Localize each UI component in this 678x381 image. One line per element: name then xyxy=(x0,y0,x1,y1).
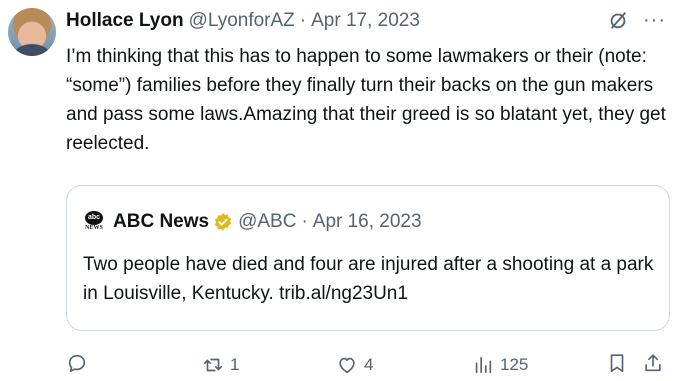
verified-badge-icon xyxy=(214,213,232,231)
quoted-tweet[interactable]: abc NEWS ABC News @ABC · Apr 16, 2023 Tw… xyxy=(66,185,670,331)
header-actions: ··· xyxy=(607,9,666,31)
author-handle[interactable]: @LyonforAZ xyxy=(189,9,295,33)
tweet-header: Hollace Lyon @LyonforAZ · Apr 17, 2023 ·… xyxy=(66,9,666,33)
heart-icon xyxy=(339,357,355,374)
bookmark-icon xyxy=(610,354,624,373)
views-count: 125 xyxy=(500,355,529,374)
abc-news-logo[interactable]: abc NEWS xyxy=(83,211,105,233)
quoted-separator: · xyxy=(301,211,308,232)
views-button[interactable]: 125 xyxy=(472,352,528,378)
quoted-tweet-header: abc NEWS ABC News @ABC · Apr 16, 2023 xyxy=(83,210,422,234)
abc-logo-news: NEWS xyxy=(85,225,103,231)
reply-button[interactable] xyxy=(66,352,94,374)
views-icon xyxy=(475,356,492,374)
share-icon xyxy=(645,354,661,372)
retweet-button[interactable]: 1 xyxy=(202,352,239,378)
share-button[interactable] xyxy=(642,352,664,374)
quoted-author-name[interactable]: ABC News xyxy=(113,210,209,234)
quoted-author-handle[interactable]: @ABC xyxy=(238,210,296,234)
quoted-tweet-text: Two people have died and four are injure… xyxy=(83,254,654,304)
abc-logo-disc: abc xyxy=(85,211,103,225)
like-count: 4 xyxy=(364,355,374,374)
retweet-icon xyxy=(203,358,223,372)
avatar[interactable] xyxy=(8,8,56,56)
separator: · xyxy=(299,10,307,31)
tweet-date[interactable]: Apr 17, 2023 xyxy=(311,9,420,33)
more-icon[interactable]: ··· xyxy=(643,10,666,30)
author-name[interactable]: Hollace Lyon xyxy=(66,9,184,33)
action-bar: 1 4 125 xyxy=(66,352,670,380)
grok-icon[interactable] xyxy=(607,9,629,31)
bookmark-button[interactable] xyxy=(606,352,628,374)
reply-icon xyxy=(68,354,86,373)
like-button[interactable]: 4 xyxy=(336,352,373,378)
tweet-text: I’m thinking that this has to happen to … xyxy=(66,46,666,154)
quoted-tweet-date[interactable]: Apr 16, 2023 xyxy=(313,210,422,234)
retweet-count: 1 xyxy=(230,355,240,374)
